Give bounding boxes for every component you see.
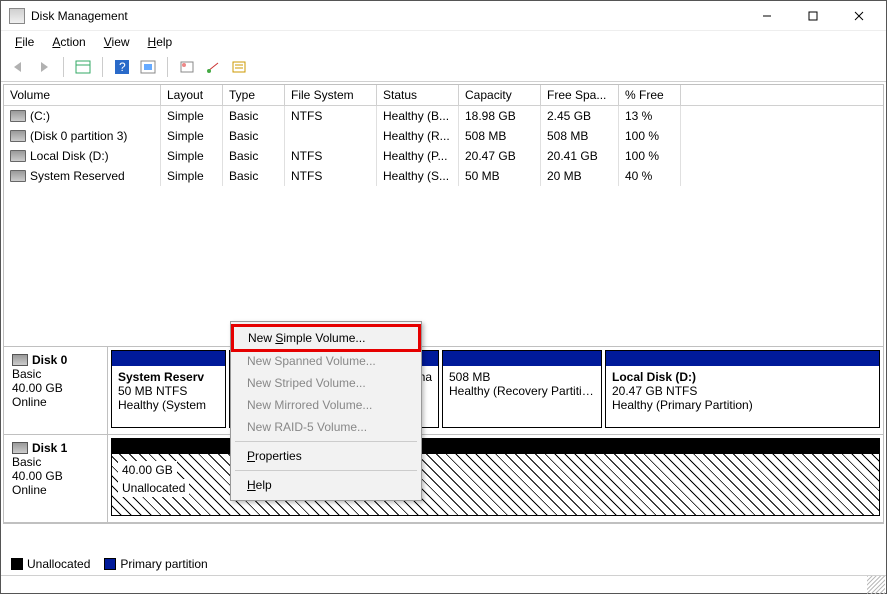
col-layout[interactable]: Layout — [161, 85, 223, 106]
table-row[interactable]: (Disk 0 partition 3)SimpleBasicHealthy (… — [4, 126, 883, 146]
ctx-properties[interactable]: Properties — [233, 445, 419, 467]
ctx-new-spanned-volume: New Spanned Volume... — [233, 350, 419, 372]
col-freespace[interactable]: Free Spa... — [541, 85, 619, 106]
app-icon — [9, 8, 25, 24]
disk-icon — [12, 442, 28, 454]
help-button[interactable]: ? — [111, 56, 133, 78]
menu-help[interactable]: Help — [140, 33, 181, 51]
window-title: Disk Management — [31, 9, 744, 23]
table-row[interactable]: System ReservedSimpleBasicNTFSHealthy (S… — [4, 166, 883, 186]
ctx-new-raid5-volume: New RAID-5 Volume... — [233, 416, 419, 438]
minimize-button[interactable] — [744, 1, 790, 31]
table-row[interactable]: Local Disk (D:)SimpleBasicNTFSHealthy (P… — [4, 146, 883, 166]
highlight-annotation: New Simple Volume... — [231, 324, 421, 352]
disk-icon — [12, 354, 28, 366]
titlebar: Disk Management — [1, 1, 886, 31]
menu-file[interactable]: FFileile — [7, 33, 42, 51]
disk1-unallocated[interactable]: 40.00 GB Unallocated — [111, 438, 880, 516]
toolbar: ? — [1, 53, 886, 82]
disk0-partition-local-disk-d[interactable]: Local Disk (D:) 20.47 GB NTFS Healthy (P… — [605, 350, 880, 428]
menubar: FFileile Action View Help — [1, 31, 886, 53]
status-bar — [1, 575, 886, 593]
disk-row-0: Disk 0 Basic 40.00 GB Online System Rese… — [4, 347, 883, 435]
show-hide-console-tree-button[interactable] — [72, 56, 94, 78]
col-filesystem[interactable]: File System — [285, 85, 377, 106]
list-button[interactable] — [228, 56, 250, 78]
col-status[interactable]: Status — [377, 85, 459, 106]
col-volume[interactable]: Volume — [4, 85, 161, 106]
disk0-partition-recovery[interactable]: 508 MB Healthy (Recovery Partition — [442, 350, 602, 428]
legend-primary-partition: Primary partition — [104, 557, 207, 571]
menu-action[interactable]: Action — [44, 33, 93, 51]
table-row[interactable]: (C:)SimpleBasicNTFSHealthy (B...18.98 GB… — [4, 106, 883, 126]
action-button[interactable] — [202, 56, 224, 78]
ctx-help[interactable]: Help — [233, 474, 419, 496]
maximize-button[interactable] — [790, 1, 836, 31]
context-menu: New Simple Volume... New Spanned Volume.… — [230, 321, 422, 501]
disk0-header[interactable]: Disk 0 Basic 40.00 GB Online — [4, 347, 108, 434]
ctx-new-mirrored-volume: New Mirrored Volume... — [233, 394, 419, 416]
legend: Unallocated Primary partition — [5, 553, 214, 575]
table-header: Volume Layout Type File System Status Ca… — [4, 85, 883, 106]
col-capacity[interactable]: Capacity — [459, 85, 541, 106]
volume-icon — [10, 110, 26, 122]
close-button[interactable] — [836, 1, 882, 31]
volume-icon — [10, 130, 26, 142]
svg-text:?: ? — [119, 60, 126, 74]
col-type[interactable]: Type — [223, 85, 285, 106]
volume-icon — [10, 150, 26, 162]
volume-table: Volume Layout Type File System Status Ca… — [3, 84, 884, 347]
disk0-partition-system-reserved[interactable]: System Reserv 50 MB NTFS Healthy (System — [111, 350, 226, 428]
ctx-new-striped-volume: New Striped Volume... — [233, 372, 419, 394]
disk-graphical-view: Disk 0 Basic 40.00 GB Online System Rese… — [3, 347, 884, 524]
table-body: (C:)SimpleBasicNTFSHealthy (B...18.98 GB… — [4, 106, 883, 346]
nav-forward-button[interactable] — [33, 56, 55, 78]
legend-unallocated: Unallocated — [11, 557, 90, 571]
disk1-header[interactable]: Disk 1 Basic 40.00 GB Online — [4, 435, 108, 522]
nav-back-button[interactable] — [7, 56, 29, 78]
refresh-button[interactable] — [176, 56, 198, 78]
menu-view[interactable]: View — [96, 33, 138, 51]
ctx-new-simple-volume[interactable]: New Simple Volume... — [234, 327, 418, 349]
disk-row-1: Disk 1 Basic 40.00 GB Online 40.00 GB Un… — [4, 435, 883, 523]
settings-button[interactable] — [137, 56, 159, 78]
col-pctfree[interactable]: % Free — [619, 85, 681, 106]
resize-grip[interactable] — [867, 576, 885, 594]
volume-icon — [10, 170, 26, 182]
